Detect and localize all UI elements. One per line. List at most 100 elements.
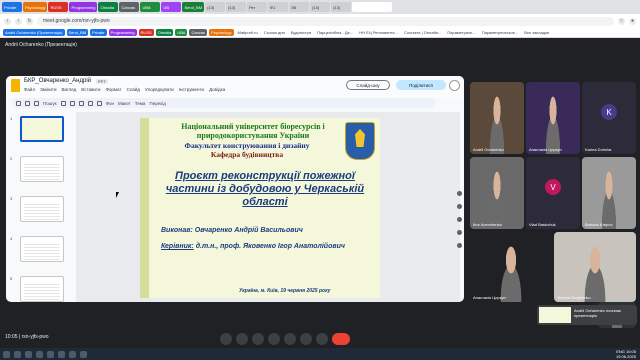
browser-tab[interactable]: (13) <box>310 2 331 12</box>
bookmark-item[interactable]: Параметрическое... <box>480 29 521 36</box>
menu-item[interactable]: Довідка <box>209 87 225 92</box>
search-icon[interactable] <box>14 350 21 358</box>
bookmark-item[interactable]: Private <box>90 29 107 36</box>
participant-tile[interactable]: Andrii Ocharenko <box>470 82 524 154</box>
toolbar-layout[interactable]: Макет <box>118 101 131 106</box>
browser-tab[interactable]: Programming <box>69 2 98 12</box>
reload-icon[interactable]: ↻ <box>26 17 33 25</box>
bookmark-item[interactable]: Параметричн... <box>445 29 477 36</box>
participant-tile[interactable]: Ihor Averchenko <box>470 157 524 229</box>
tasks-icon[interactable] <box>456 217 462 222</box>
bookmark-item[interactable]: Programming <box>108 29 137 36</box>
browser-tab[interactable]: ЗВ <box>289 2 310 12</box>
browser-tab[interactable]: Рег <box>247 2 268 12</box>
presenting-notification[interactable]: Andrii Ocharenko починає презентацію <box>537 305 637 325</box>
leave-call-button[interactable] <box>332 333 350 345</box>
emoji-icon[interactable] <box>268 333 280 345</box>
keep-icon[interactable] <box>456 204 462 209</box>
toolbar-background[interactable]: Фон <box>106 101 114 106</box>
telegram-icon[interactable] <box>47 350 54 358</box>
bookmark-item[interactable]: Andrii Ocharenko (Презентація) <box>3 29 65 36</box>
autocad-icon[interactable] <box>80 350 87 358</box>
menu-item[interactable]: Вигляд <box>61 87 76 92</box>
participant-tile[interactable]: K Karina Dohnlar <box>582 82 636 154</box>
word-icon[interactable] <box>58 350 65 358</box>
line-icon[interactable] <box>96 100 102 106</box>
bookmark-item[interactable]: Все закладки <box>522 29 551 36</box>
browser-tab[interactable]: (13) <box>226 2 247 12</box>
toolbar-search[interactable]: Пошук <box>43 101 57 106</box>
cursor-tool-icon[interactable] <box>60 100 66 106</box>
bookmark-item[interactable]: НН ЕЦ Регламента... <box>357 29 400 36</box>
raise-hand-icon[interactable] <box>300 333 312 345</box>
chrome-icon[interactable] <box>36 350 43 358</box>
captions-icon[interactable] <box>252 333 264 345</box>
menu-item[interactable]: Упорядкувати <box>145 87 174 92</box>
menu-item[interactable]: Змінити <box>40 87 56 92</box>
participant-tile[interactable]: V Vlad Bashchuk <box>526 157 580 229</box>
browser-tab[interactable]: Psychology <box>23 2 48 12</box>
bookmark-item[interactable]: Psychology <box>209 29 234 36</box>
menu-item[interactable]: Слайд <box>126 87 140 92</box>
toolbar-theme[interactable]: Тема <box>135 101 146 106</box>
browser-tab[interactable]: (13) <box>205 2 226 12</box>
bookmark-item[interactable]: UBA <box>175 29 188 36</box>
bookmark-item[interactable]: Send_BM <box>66 29 89 36</box>
camera-icon[interactable] <box>236 333 248 345</box>
undo-icon[interactable] <box>16 100 21 106</box>
back-icon[interactable]: ‹ <box>4 17 11 25</box>
present-icon[interactable] <box>284 333 296 345</box>
textbox-icon[interactable] <box>69 100 75 106</box>
menu-item[interactable]: Вставити <box>81 87 100 92</box>
bookmark-item[interactable]: Coursera | Онлайн... <box>402 29 443 36</box>
url-input[interactable]: meet.google.com/rsn-yjfs-pwo <box>37 16 614 26</box>
print-icon[interactable] <box>34 100 39 106</box>
document-title[interactable]: БКР_Овчаренко_Андрій <box>24 78 91 84</box>
slide-thumbnail[interactable] <box>20 276 64 302</box>
image-icon[interactable] <box>78 100 84 106</box>
participant-tile[interactable]: Yevhen Dmytrenko <box>554 232 636 302</box>
slide-thumbnail[interactable] <box>20 196 64 222</box>
star-icon[interactable]: ☆ <box>618 17 625 25</box>
bookmark-item[interactable]: Mattprofi.ru <box>236 29 260 36</box>
calendar-icon[interactable] <box>456 191 462 196</box>
contacts-icon[interactable] <box>456 230 462 235</box>
participant-tile[interactable]: Bohdan Karpov <box>582 157 636 229</box>
slide-thumbnail[interactable] <box>20 116 64 142</box>
browser-tab[interactable]: UB <box>161 2 182 12</box>
bookmark-item[interactable]: Парцелізбіна - Де... <box>315 29 355 36</box>
menu-item[interactable]: Інструменти <box>179 87 204 92</box>
share-button[interactable]: Поділитися <box>396 80 446 90</box>
slideshow-button[interactable]: Слайд-шоу <box>346 80 390 90</box>
add-addon-icon[interactable] <box>456 243 462 248</box>
participant-tile[interactable]: Анастасія Циркун <box>526 82 580 154</box>
bookmark-item[interactable]: Строки дня <box>262 29 287 36</box>
toolbar-transition[interactable]: Перехід <box>149 101 166 106</box>
explorer-icon[interactable] <box>25 350 32 358</box>
forward-icon[interactable]: › <box>15 17 22 25</box>
start-icon[interactable] <box>3 350 10 358</box>
shape-icon[interactable] <box>87 100 93 106</box>
profile-icon[interactable]: ● <box>629 17 636 25</box>
bookmark-item[interactable]: Будиністра <box>289 29 313 36</box>
browser-tab[interactable]: Private <box>2 2 22 12</box>
menu-item[interactable]: Файл <box>24 87 35 92</box>
active-browser-tab[interactable] <box>352 2 393 12</box>
browser-tab[interactable]: UBA <box>140 2 161 12</box>
title-slide[interactable]: Національний університет біоресурсів і п… <box>140 118 380 298</box>
browser-tab[interactable]: Send_BM <box>182 2 205 12</box>
bookmark-item[interactable]: Obsidia <box>155 29 174 36</box>
browser-tab[interactable]: Obsidia <box>98 2 119 12</box>
browser-tab[interactable]: RUSS <box>48 2 69 12</box>
avatar[interactable] <box>449 80 460 91</box>
browser-tab[interactable]: Ф1 <box>268 2 289 12</box>
mic-icon[interactable] <box>220 333 232 345</box>
slide-thumbnail[interactable] <box>20 156 64 182</box>
redo-icon[interactable] <box>25 100 30 106</box>
menu-item[interactable]: Формат <box>105 87 121 92</box>
excel-icon[interactable] <box>69 350 76 358</box>
bookmark-item[interactable]: RUSS <box>138 29 154 36</box>
participant-tile[interactable]: Анастасія Циркун <box>470 232 552 302</box>
more-options-icon[interactable] <box>316 333 328 345</box>
slide-thumbnail[interactable] <box>20 236 64 262</box>
